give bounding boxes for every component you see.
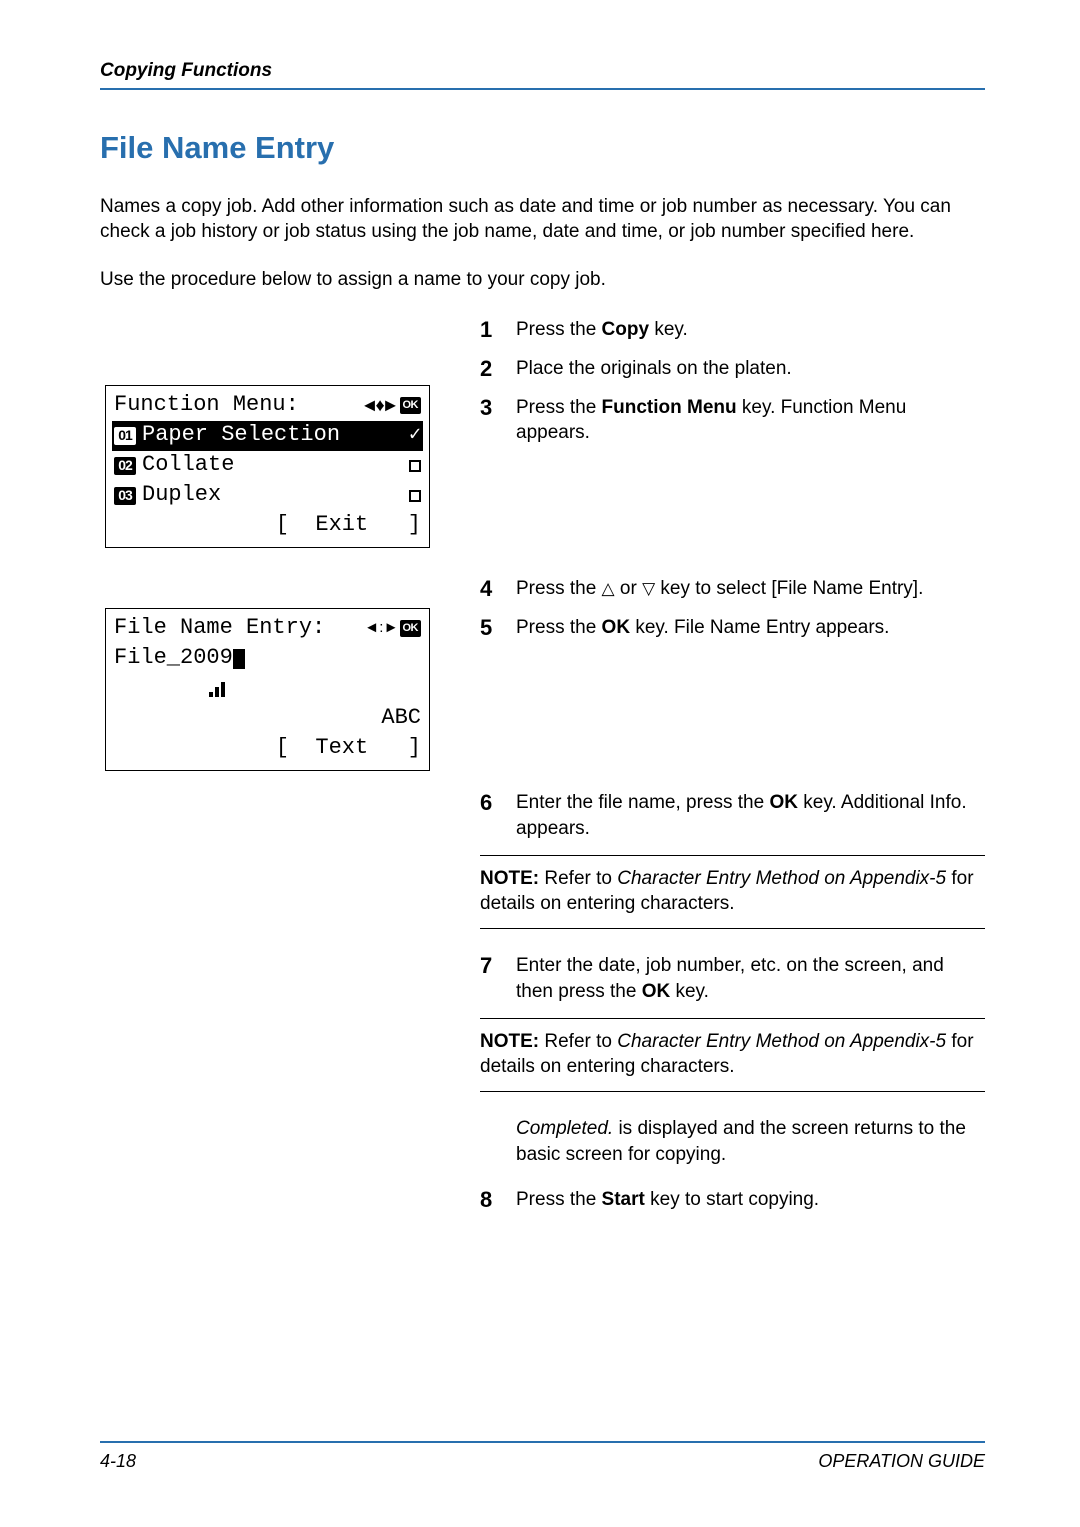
cursor-icon [233,649,245,669]
input-mode-label: ABC [368,703,421,733]
exit-softkey: [ Exit ] [276,510,421,540]
note-1: NOTE: Refer to Character Entry Method on… [480,855,985,930]
item-label: Paper Selection [142,420,409,450]
step-8: 8 Press the Start key to start copying. [480,1187,985,1212]
lcd-file-name-entry: File Name Entry: ◄ : ► OK File_2009 ABC … [105,608,430,771]
menu-item-paper-selection: 01 Paper Selection ✓ [112,421,423,451]
step-7: 7 Enter the date, job number, etc. on th… [480,953,985,1004]
item-label: Collate [142,450,409,480]
signal-icon [209,681,227,697]
page-title: File Name Entry [100,130,985,166]
lcd-title: Function Menu: [114,390,361,420]
ok-icon: OK [400,620,422,637]
step-5: 5 Press the OK key. File Name Entry appe… [480,615,985,640]
item-number: 01 [114,427,136,445]
note-2: NOTE: Refer to Character Entry Method on… [480,1018,985,1093]
page-number: 4-18 [100,1451,136,1472]
steps-column: 1 Press the Copy key. 2 Place the origin… [480,317,985,1227]
file-name-value-row: File_2009 [114,644,421,674]
item-number: 02 [114,457,136,475]
lcd-column: Function Menu: ◄♦► OK 01 Paper Selection… [100,317,430,831]
nav-arrows-icon: ◄♦► [361,393,397,418]
lcd-title: File Name Entry: [114,613,364,643]
checkmark-icon: ✓ [409,422,421,450]
dot-nav-icon: ◄ : ► [364,618,396,639]
step-3: 3 Press the Function Menu key. Function … [480,395,985,446]
item-number: 03 [114,487,136,505]
file-name-value: File_2009 [114,643,233,673]
header-divider [100,88,985,90]
ok-icon: OK [400,397,422,414]
page-footer: 4-18 OPERATION GUIDE [100,1441,985,1472]
item-label: Duplex [142,480,409,510]
text-softkey: [ Text ] [276,733,421,763]
book-title: OPERATION GUIDE [818,1451,985,1472]
footer-divider [100,1441,985,1443]
chapter-header: Copying Functions [100,60,985,82]
step-1: 1 Press the Copy key. [480,317,985,342]
step-4: 4 Press the △ or ▽ key to select [File N… [480,576,985,601]
checkbox-icon [409,460,421,472]
checkbox-icon [409,490,421,502]
step-2: 2 Place the originals on the platen. [480,356,985,381]
menu-item-collate: 02 Collate [114,451,421,481]
intro-paragraph-1: Names a copy job. Add other information … [100,194,985,245]
lcd-function-menu: Function Menu: ◄♦► OK 01 Paper Selection… [105,385,430,548]
step-6: 6 Enter the file name, press the OK key.… [480,790,985,841]
intro-paragraph-2: Use the procedure below to assign a name… [100,269,985,291]
completed-text: Completed. is displayed and the screen r… [480,1116,985,1167]
menu-item-duplex: 03 Duplex [114,481,421,511]
